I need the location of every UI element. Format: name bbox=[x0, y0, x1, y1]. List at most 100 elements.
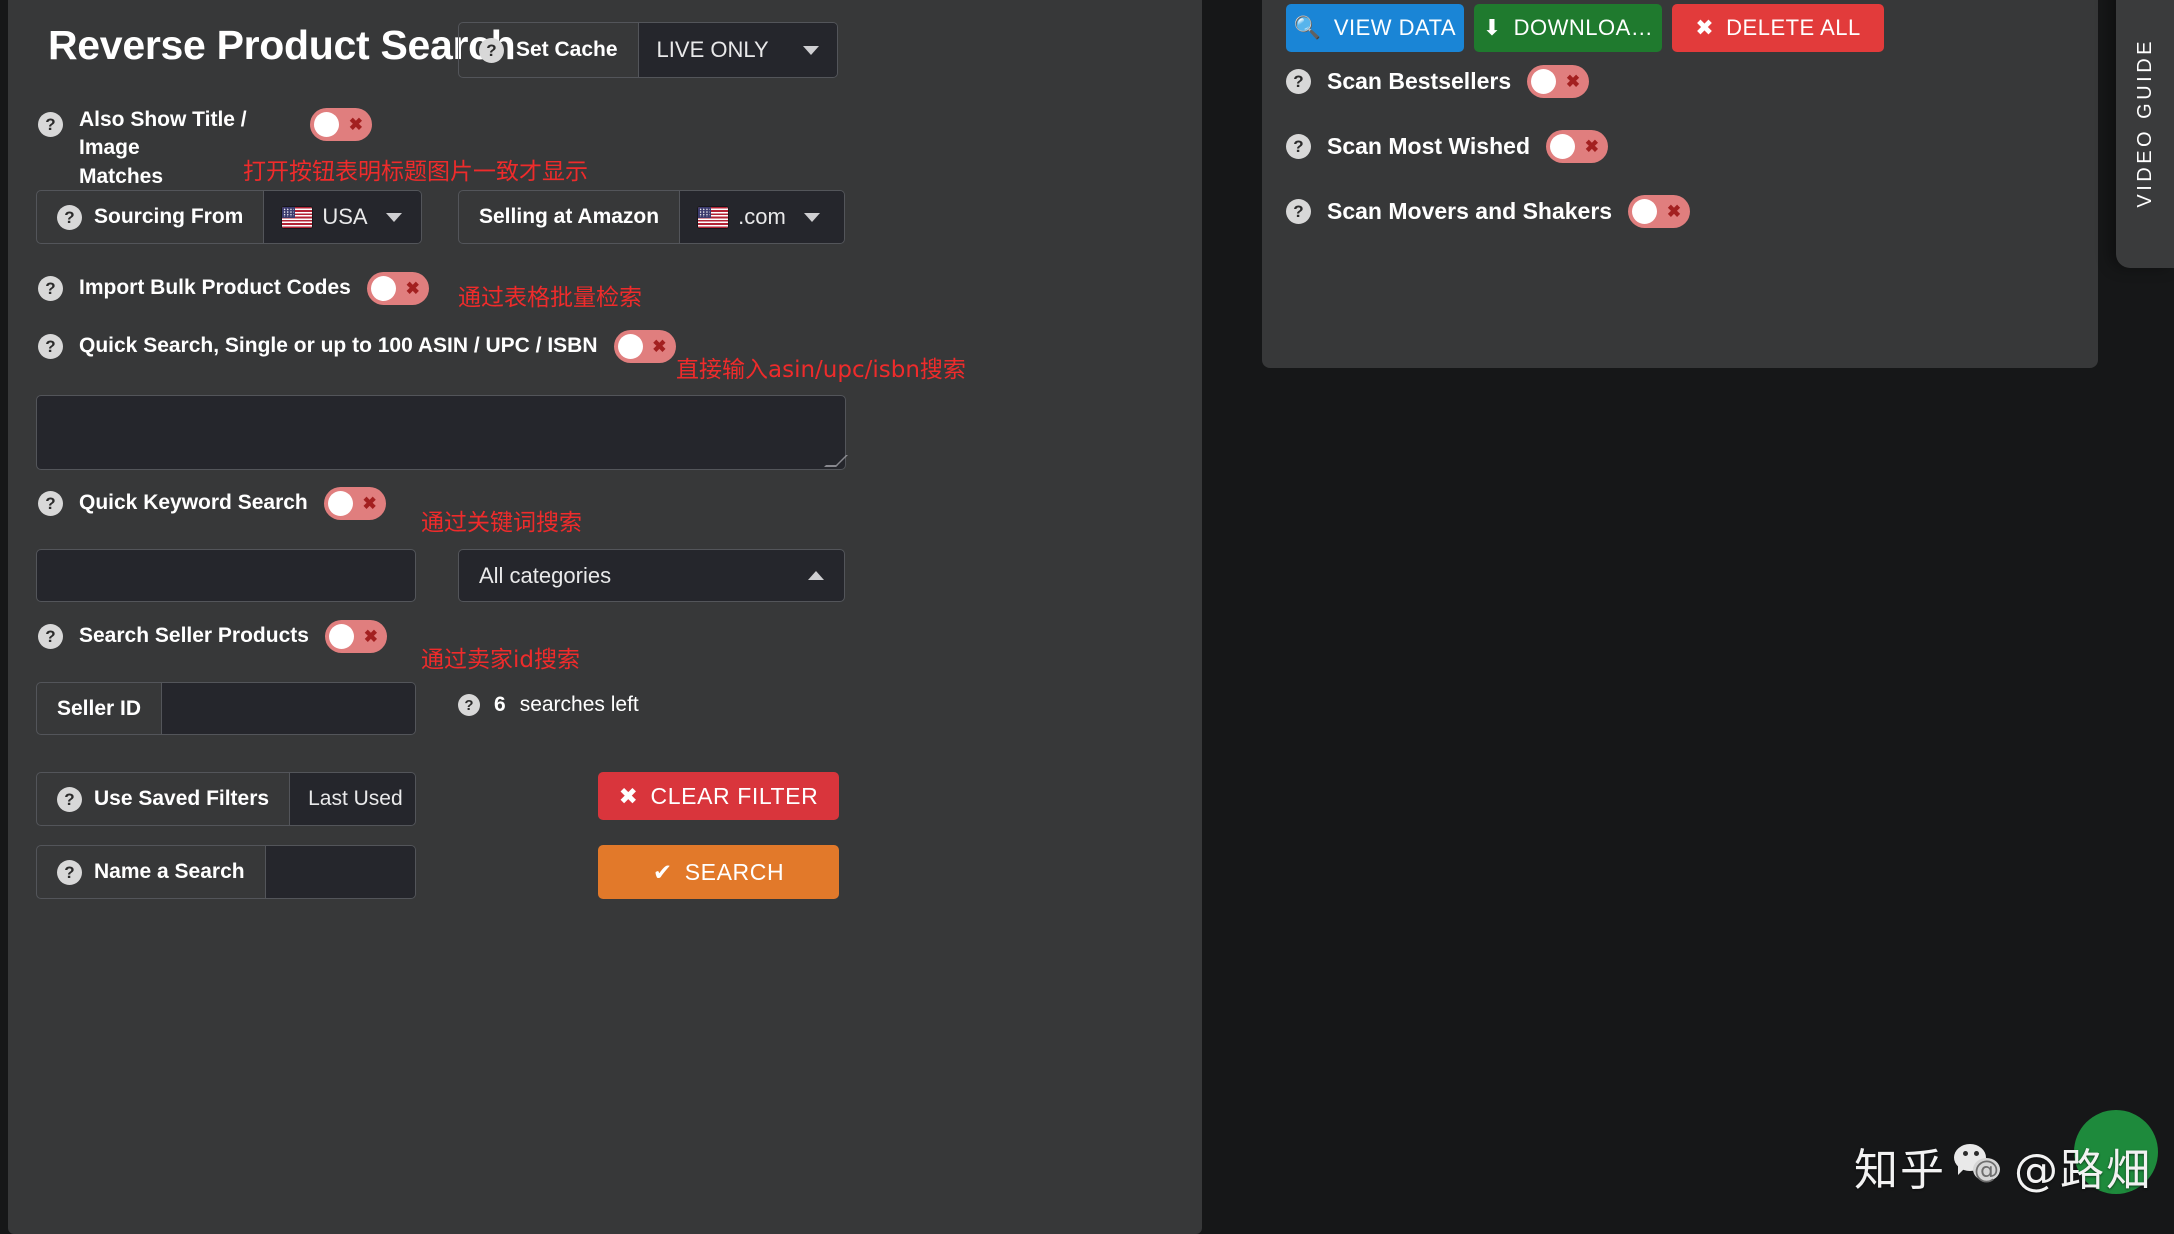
selling-at-amazon-label-block: Selling at Amazon bbox=[459, 191, 679, 243]
toggle-knob bbox=[1550, 134, 1575, 159]
set-cache-group[interactable]: ? Set Cache LIVE ONLY bbox=[458, 22, 838, 78]
selling-at-amazon-select[interactable]: .com bbox=[679, 191, 844, 243]
chevron-up-icon bbox=[808, 571, 824, 580]
scan-bestsellers-row: ? Scan Bestsellers ✖ bbox=[1286, 65, 1590, 98]
searches-left-text: searches left bbox=[519, 693, 639, 716]
scan-movers-and-shakers-toggle[interactable]: ✖ bbox=[1628, 195, 1691, 228]
close-x-icon: ✖ bbox=[1584, 137, 1599, 156]
resize-handle-icon[interactable] bbox=[824, 455, 848, 467]
selling-at-amazon-label: Selling at Amazon bbox=[479, 205, 660, 228]
name-a-search-input[interactable] bbox=[264, 846, 415, 898]
question-mark-icon[interactable]: ? bbox=[1286, 199, 1311, 224]
sourcing-from-group[interactable]: ? Sourcing From USA bbox=[36, 190, 422, 244]
quick-search-toggle[interactable]: ✖ bbox=[613, 330, 676, 363]
scan-bestsellers-toggle[interactable]: ✖ bbox=[1527, 65, 1590, 98]
download-arrow-icon: ⬇ bbox=[1482, 15, 1502, 40]
question-mark-icon[interactable]: ? bbox=[1286, 69, 1311, 94]
annotation-import-bulk: 通过表格批量检索 bbox=[458, 285, 642, 311]
quick-search-label: Quick Search, Single or up to 100 ASIN /… bbox=[79, 334, 598, 358]
view-data-button[interactable]: 🔍 VIEW DATA bbox=[1286, 4, 1464, 52]
question-mark-icon[interactable]: ? bbox=[57, 786, 82, 812]
import-bulk-product-codes-toggle[interactable]: ✖ bbox=[366, 272, 429, 305]
search-button[interactable]: ✔ SEARCH bbox=[598, 845, 839, 899]
name-a-search-group[interactable]: ? Name a Search bbox=[36, 845, 416, 899]
quick-search-row: ? Quick Search, Single or up to 100 ASIN… bbox=[38, 330, 676, 363]
toggle-knob bbox=[1531, 69, 1557, 94]
sourcing-from-label-block: ? Sourcing From bbox=[37, 191, 263, 243]
usa-flag-icon bbox=[698, 206, 729, 228]
question-mark-icon[interactable]: ? bbox=[38, 491, 63, 516]
also-show-title-image-toggle[interactable]: ✖ bbox=[310, 108, 372, 141]
view-data-label: VIEW DATA bbox=[1333, 15, 1457, 40]
quick-search-textarea[interactable] bbox=[36, 395, 848, 470]
quick-keyword-search-toggle[interactable]: ✖ bbox=[323, 487, 386, 520]
question-mark-icon[interactable]: ? bbox=[458, 694, 480, 716]
annotation-quick-search: 直接输入asin/upc/isbn搜索 bbox=[676, 357, 966, 383]
search-seller-products-toggle[interactable]: ✖ bbox=[324, 620, 387, 653]
watermark-platform: 知乎 bbox=[1854, 1145, 1946, 1196]
watermark-handle: @路畑 bbox=[2014, 1145, 2152, 1196]
sourcing-from-select[interactable]: USA bbox=[263, 191, 421, 243]
searches-left-status: ? 6 searches left bbox=[458, 693, 639, 717]
set-cache-label-block: ? Set Cache bbox=[459, 23, 638, 77]
scan-most-wished-toggle[interactable]: ✖ bbox=[1546, 130, 1608, 163]
video-guide-tab[interactable]: VIDEO GUIDE bbox=[2116, 0, 2174, 268]
import-bulk-product-codes-label: Import Bulk Product Codes bbox=[79, 276, 351, 300]
search-icon: 🔍 bbox=[1293, 15, 1322, 40]
question-mark-icon[interactable]: ? bbox=[1286, 134, 1311, 159]
question-mark-icon[interactable]: ? bbox=[57, 204, 82, 230]
scan-options-panel: 🔍 VIEW DATA ⬇ DOWNLOA… ✖ DELETE ALL ? Sc… bbox=[1262, 0, 2098, 368]
set-cache-value: LIVE ONLY bbox=[656, 37, 769, 62]
name-a-search-label: Name a Search bbox=[94, 860, 245, 883]
download-label: DOWNLOA… bbox=[1513, 15, 1654, 40]
use-saved-filters-value: Last Used bbox=[308, 787, 403, 810]
annotation-quick-keyword: 通过关键词搜索 bbox=[421, 510, 582, 536]
seller-id-group[interactable]: Seller ID bbox=[36, 682, 416, 735]
chevron-down-icon bbox=[803, 212, 820, 222]
selling-at-amazon-value: .com bbox=[738, 204, 786, 229]
delete-all-button[interactable]: ✖ DELETE ALL bbox=[1672, 4, 1884, 52]
keyword-input[interactable] bbox=[36, 549, 416, 602]
toggle-knob bbox=[327, 491, 353, 516]
close-x-icon: ✖ bbox=[618, 782, 639, 809]
search-seller-products-row: ? Search Seller Products ✖ bbox=[38, 620, 387, 653]
toggle-knob bbox=[1632, 199, 1658, 224]
toggle-knob bbox=[370, 276, 396, 301]
question-mark-icon[interactable]: ? bbox=[38, 334, 63, 359]
seller-id-input[interactable] bbox=[161, 683, 415, 734]
sourcing-from-value: USA bbox=[322, 204, 368, 229]
video-guide-label: VIDEO GUIDE bbox=[2133, 38, 2156, 208]
reverse-product-search-panel: Reverse Product Search ? Set Cache LIVE … bbox=[8, 0, 1202, 1234]
use-saved-filters-select[interactable]: Last Used bbox=[289, 773, 415, 825]
use-saved-filters-group[interactable]: ? Use Saved Filters Last Used bbox=[36, 772, 416, 826]
close-x-icon: ✖ bbox=[405, 279, 420, 298]
wechat-icon: @ bbox=[1954, 1144, 2006, 1188]
toggle-knob bbox=[617, 334, 643, 359]
close-x-icon: ✖ bbox=[1565, 72, 1581, 91]
clear-filter-label: CLEAR FILTER bbox=[650, 782, 819, 809]
scan-most-wished-label: Scan Most Wished bbox=[1327, 132, 1530, 159]
quick-keyword-search-label: Quick Keyword Search bbox=[79, 491, 308, 515]
use-saved-filters-label-block: ? Use Saved Filters bbox=[37, 773, 289, 825]
question-mark-icon[interactable]: ? bbox=[38, 112, 63, 137]
category-select[interactable]: All categories bbox=[458, 549, 845, 602]
close-x-icon: ✖ bbox=[652, 337, 667, 356]
check-icon: ✔ bbox=[652, 858, 673, 885]
close-x-icon: ✖ bbox=[1695, 15, 1715, 40]
question-mark-icon[interactable]: ? bbox=[38, 624, 63, 649]
toggle-knob bbox=[314, 112, 339, 137]
question-mark-icon[interactable]: ? bbox=[57, 859, 82, 885]
scan-most-wished-row: ? Scan Most Wished ✖ bbox=[1286, 130, 1608, 163]
quick-keyword-search-row: ? Quick Keyword Search ✖ bbox=[38, 487, 386, 520]
download-button[interactable]: ⬇ DOWNLOA… bbox=[1474, 4, 1662, 52]
searches-left-count: 6 bbox=[494, 693, 506, 716]
annotation-search-seller: 通过卖家id搜索 bbox=[421, 647, 580, 673]
clear-filter-button[interactable]: ✖ CLEAR FILTER bbox=[598, 772, 839, 820]
set-cache-select[interactable]: LIVE ONLY bbox=[637, 23, 837, 77]
usa-flag-icon bbox=[282, 206, 313, 228]
question-mark-icon[interactable]: ? bbox=[479, 37, 504, 63]
close-x-icon: ✖ bbox=[1666, 202, 1682, 221]
chevron-down-icon bbox=[385, 212, 402, 222]
question-mark-icon[interactable]: ? bbox=[38, 276, 63, 301]
selling-at-amazon-group[interactable]: Selling at Amazon .com bbox=[458, 190, 845, 244]
